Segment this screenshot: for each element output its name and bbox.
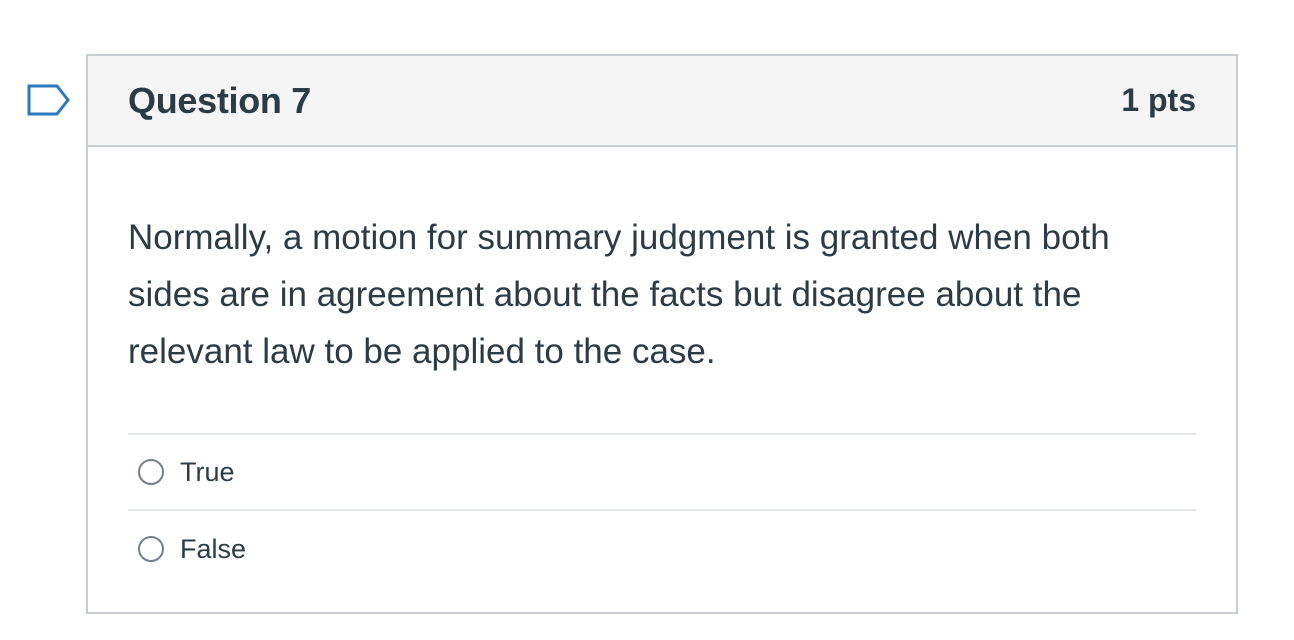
answer-label: True [180,456,235,487]
question-text: Normally, a motion for summary judgment … [128,218,1110,371]
question-header: Question 7 1 pts [88,56,1236,147]
answer-label: False [180,533,247,564]
question-body: Normally, a motion for summary judgment … [88,147,1236,587]
question-card: Question 7 1 pts Normally, a motion for … [86,54,1238,614]
question-title: Question 7 [128,79,312,121]
quiz-page: Question 7 1 pts Normally, a motion for … [0,0,1294,640]
answer-option-true[interactable]: True [128,435,1196,511]
question-points: 1 pts [1121,82,1196,118]
flag-question-icon[interactable] [27,84,71,116]
radio-button[interactable] [138,459,164,485]
radio-button[interactable] [138,536,164,562]
answer-option-false[interactable]: False [128,511,1196,587]
answer-list: True False [128,433,1196,587]
